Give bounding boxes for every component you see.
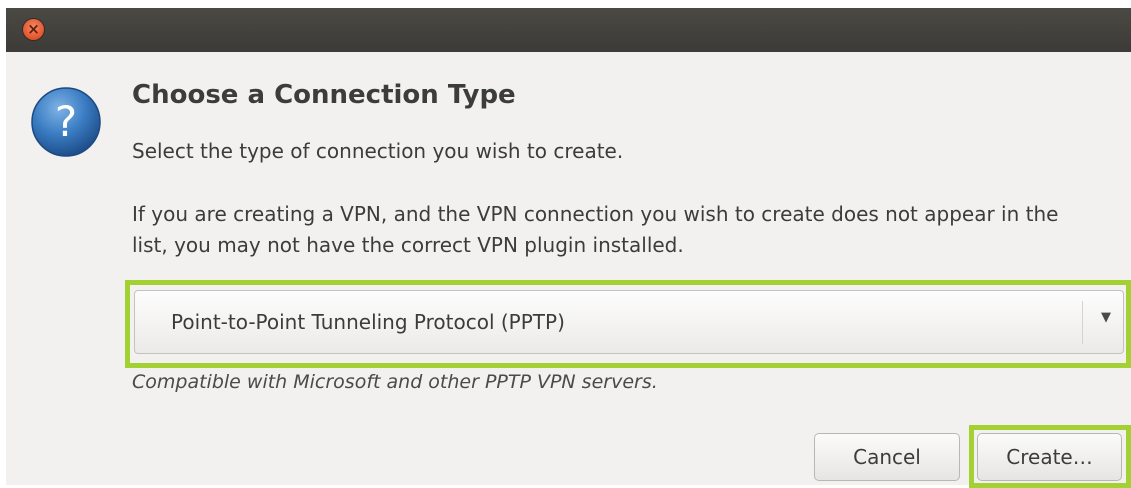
title-bar[interactable]: ×: [6, 8, 1131, 52]
cancel-button[interactable]: Cancel: [814, 433, 960, 481]
dialog-title: Choose a Connection Type: [132, 80, 516, 110]
vpn-plugin-note: If you are creating a VPN, and the VPN c…: [132, 202, 1059, 257]
connection-type-value: Point-to-Point Tunneling Protocol (PPTP): [171, 310, 565, 334]
connection-type-description: Compatible with Microsoft and other PPTP…: [132, 371, 658, 393]
close-icon[interactable]: ×: [23, 19, 44, 40]
combo-separator: [1082, 301, 1083, 344]
dialog-window: × ? Choose a Connection Type Select the …: [6, 8, 1131, 488]
dialog-subtitle: Select the type of connection you wish t…: [132, 139, 624, 163]
connection-type-select[interactable]: Point-to-Point Tunneling Protocol (PPTP)…: [134, 290, 1124, 354]
svg-text:?: ?: [55, 97, 77, 146]
chevron-down-icon[interactable]: ▼: [1101, 310, 1111, 325]
question-icon: ?: [31, 87, 101, 157]
create-button[interactable]: Create…: [977, 433, 1122, 481]
